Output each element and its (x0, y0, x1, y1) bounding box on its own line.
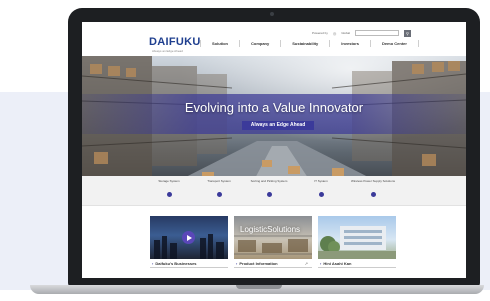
laptop-mockup-scene: Powered by ◎ Global ⚲ DAIFUKU Always an … (0, 0, 490, 301)
category-transport-system[interactable]: Transport System (196, 179, 242, 204)
laptop-notch (236, 285, 282, 289)
utility-bar: Powered by ◎ Global ⚲ (312, 29, 462, 37)
hero-subtitle: Always an Edge Ahead (242, 121, 314, 130)
main-nav: Solution Company Sustainability Investor… (200, 38, 419, 48)
search-input[interactable] (355, 30, 400, 36)
chevron-circle-icon (370, 192, 376, 197)
category-label: Transport System (207, 179, 231, 183)
card-title: Daifuku's Businesses (155, 261, 197, 266)
city-skyline-image (150, 216, 228, 259)
site-tagline: Always an Edge Ahead (152, 49, 183, 53)
powered-by-text: Powered by (312, 31, 328, 35)
card-caption: › Daifuku's Businesses (150, 260, 228, 268)
chevron-circle-icon (266, 192, 272, 197)
card-caption: › Product Information ↗ (234, 260, 312, 268)
chevron-circle-icon (216, 192, 222, 197)
language-link[interactable]: Global (341, 31, 350, 35)
card-caption: › Hini Asahi Kan (318, 260, 396, 268)
category-storage-system[interactable]: Storage System (146, 179, 192, 204)
category-label: Storage System (158, 179, 180, 183)
logistics-image: LogisticSolutions (234, 216, 312, 259)
category-wireless-power[interactable]: Wireless Power Supply Solutions (350, 179, 396, 204)
hero-title: Evolving into a Value Innovator (184, 100, 364, 115)
globe-icon[interactable]: ◎ (333, 31, 337, 36)
card-product-information[interactable]: LogisticSolutions › Product Information ↗ (234, 216, 312, 268)
camera-icon (270, 12, 274, 16)
card-daifuku-businesses[interactable]: › Daifuku's Businesses (150, 216, 228, 268)
chevron-circle-icon (318, 192, 324, 197)
logistic-solutions-text: LogisticSolutions (240, 225, 301, 234)
nav-demo-center[interactable]: Demo Center (370, 39, 419, 47)
external-link-icon: ↗ (304, 261, 308, 266)
category-label: Wireless Power Supply Solutions (350, 179, 396, 183)
category-label: Sorting and Picking System (250, 179, 288, 183)
category-strip: Storage System Transport System Sorting … (82, 176, 466, 206)
nav-sustainability[interactable]: Sustainability (280, 39, 329, 47)
category-label: IT System (314, 179, 328, 183)
building-graphic (318, 226, 396, 259)
nav-solution[interactable]: Solution (200, 39, 239, 47)
chevron-circle-icon (166, 192, 172, 197)
site-logo[interactable]: DAIFUKU (149, 36, 201, 48)
card-title: Hini Asahi Kan (323, 261, 352, 266)
card-hini-asahi-kan[interactable]: › Hini Asahi Kan (318, 216, 396, 268)
category-sorting-picking[interactable]: Sorting and Picking System (246, 179, 292, 204)
hero-banner[interactable]: Evolving into a Value Innovator Always a… (82, 56, 466, 184)
search-icon[interactable]: ⚲ (404, 29, 412, 37)
category-it-system[interactable]: IT System (298, 179, 344, 204)
nav-investors[interactable]: Investors (329, 39, 370, 47)
laptop-screen: Powered by ◎ Global ⚲ DAIFUKU Always an … (82, 22, 466, 278)
logistics-graphic (234, 235, 312, 255)
card-title: Product Information (239, 261, 278, 266)
play-icon[interactable] (182, 231, 195, 244)
building-image (318, 216, 396, 259)
nav-company[interactable]: Company (239, 39, 280, 47)
